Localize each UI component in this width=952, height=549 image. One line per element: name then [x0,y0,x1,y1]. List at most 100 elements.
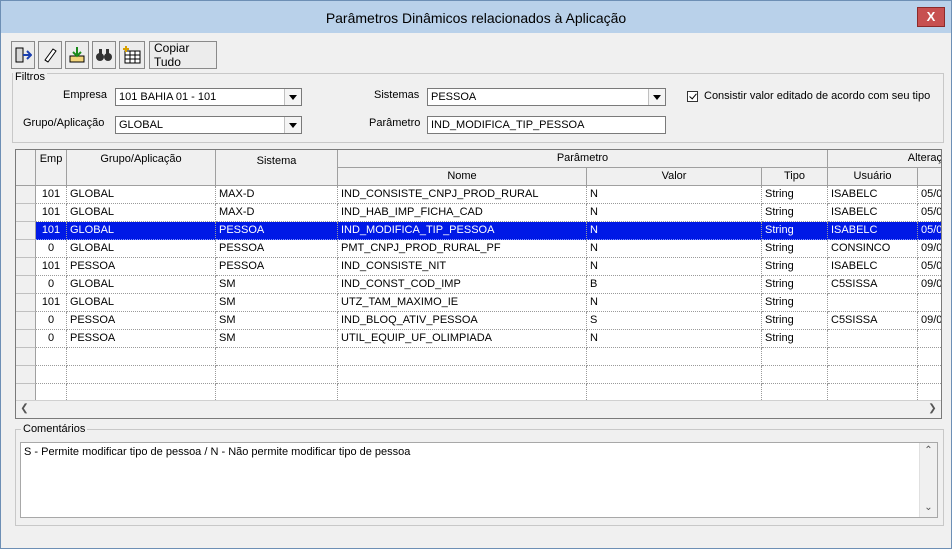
eraser-button[interactable] [38,41,62,69]
cell-emp[interactable]: 0 [36,312,67,330]
cell-tipo[interactable] [762,366,828,384]
cell-grupo[interactable] [67,348,216,366]
cell-emp[interactable]: 0 [36,240,67,258]
cell-emp[interactable]: 0 [36,330,67,348]
cell-nome[interactable] [338,366,587,384]
cell-sistema[interactable]: SM [216,276,338,294]
cell-sistema[interactable]: PESSOA [216,258,338,276]
empresa-select[interactable]: 101 BAHIA 01 - 101 [115,88,302,106]
cell-sistema[interactable] [216,366,338,384]
row-header[interactable] [16,276,36,294]
scroll-left-icon[interactable]: ❮ [16,401,33,418]
cell-nome[interactable]: IND_BLOQ_ATIV_PESSOA [338,312,587,330]
cell-data[interactable] [918,366,941,384]
table-row[interactable]: 101 PESSOA PESSOA IND_CONSISTE_NIT N String IS… [16,258,941,276]
col-data-header[interactable] [918,168,941,186]
cell-sistema[interactable] [216,348,338,366]
cell-grupo[interactable]: GLOBAL [67,186,216,204]
cell-valor[interactable]: N [587,222,762,240]
cell-tipo[interactable]: String [762,240,828,258]
cell-data[interactable]: 09/0 [918,312,941,330]
search-button[interactable] [92,41,116,69]
cell-nome[interactable]: IND_MODIFICA_TIP_PESSOA [338,222,587,240]
cell-valor[interactable]: N [587,204,762,222]
col-sistema-header[interactable]: Sistema [216,150,338,186]
cell-data[interactable]: 09/0 [918,240,941,258]
cell-sistema[interactable]: SM [216,294,338,312]
row-header[interactable] [16,330,36,348]
col-usuario-header[interactable]: Usuário [828,168,918,186]
cell-nome[interactable]: UTIL_EQUIP_UF_OLIMPIADA [338,330,587,348]
cell-valor[interactable]: N [587,240,762,258]
cell-data[interactable] [918,348,941,366]
cell-grupo[interactable]: PESSOA [67,258,216,276]
cell-grupo[interactable]: GLOBAL [67,204,216,222]
parametro-input[interactable]: IND_MODIFICA_TIP_PESSOA [427,116,666,134]
cell-grupo[interactable]: GLOBAL [67,294,216,312]
cell-grupo[interactable]: GLOBAL [67,276,216,294]
horizontal-scrollbar[interactable]: ❮ ❯ [16,400,941,418]
cell-data[interactable]: 05/0 [918,204,941,222]
consistir-checkbox[interactable] [687,91,698,102]
cell-nome[interactable]: IND_HAB_IMP_FICHA_CAD [338,204,587,222]
table-row[interactable]: 101 GLOBAL MAX-D IND_HAB_IMP_FICHA_CAD N Stri… [16,204,941,222]
cell-grupo[interactable]: PESSOA [67,312,216,330]
cell-grupo[interactable]: GLOBAL [67,240,216,258]
cell-valor[interactable]: N [587,186,762,204]
table-row-selected[interactable]: 101 GLOBAL PESSOA IND_MODIFICA_TIP_PESSOA N S… [16,222,941,240]
cell-emp[interactable]: 101 [36,294,67,312]
cell-nome[interactable]: IND_CONSISTE_NIT [338,258,587,276]
cell-valor[interactable]: S [587,312,762,330]
row-header[interactable] [16,366,36,384]
cell-usuario[interactable] [828,330,918,348]
cell-tipo[interactable]: String [762,276,828,294]
cell-nome[interactable]: UTZ_TAM_MAXIMO_IE [338,294,587,312]
cell-data[interactable] [918,294,941,312]
cell-usuario[interactable]: ISABELC [828,204,918,222]
table-row[interactable] [16,366,941,384]
cell-grupo[interactable] [67,366,216,384]
cell-emp[interactable]: 101 [36,204,67,222]
cell-usuario[interactable] [828,348,918,366]
cell-emp[interactable]: 101 [36,186,67,204]
grupo-select[interactable]: GLOBAL [115,116,302,134]
cell-nome[interactable] [338,348,587,366]
scroll-right-icon[interactable]: ❯ [924,401,941,418]
cell-sistema[interactable]: MAX-D [216,204,338,222]
cell-tipo[interactable]: String [762,258,828,276]
cell-emp[interactable]: 0 [36,276,67,294]
table-row[interactable]: 0 GLOBAL SM IND_CONST_COD_IMP B String C5SISSA… [16,276,941,294]
cell-tipo[interactable]: String [762,312,828,330]
sistemas-select[interactable]: PESSOA [427,88,666,106]
cell-valor[interactable]: B [587,276,762,294]
cell-sistema[interactable]: PESSOA [216,240,338,258]
grid-button[interactable] [119,41,145,69]
cell-tipo[interactable]: String [762,222,828,240]
vertical-scrollbar[interactable]: ⌃ ⌄ [919,443,937,517]
cell-valor[interactable] [587,366,762,384]
scroll-up-icon[interactable]: ⌃ [920,443,937,460]
table-row[interactable]: 0 GLOBAL PESSOA PMT_CNPJ_PROD_RURAL_PF N Stri… [16,240,941,258]
cell-sistema[interactable]: PESSOA [216,222,338,240]
cell-usuario[interactable]: CONSINCO [828,240,918,258]
cell-data[interactable]: 05/0 [918,222,941,240]
col-emp-header[interactable]: Emp [36,150,67,186]
cell-tipo[interactable]: String [762,186,828,204]
table-row[interactable]: 101 GLOBAL MAX-D IND_CONSISTE_CNPJ_PROD_RUR… [16,186,941,204]
row-header[interactable] [16,294,36,312]
cell-sistema[interactable]: MAX-D [216,186,338,204]
row-header[interactable] [16,312,36,330]
cell-nome[interactable]: PMT_CNPJ_PROD_RURAL_PF [338,240,587,258]
cell-grupo[interactable]: GLOBAL [67,222,216,240]
parameters-grid[interactable]: Emp Grupo/Aplicação Sistema Parâmetro No… [15,149,942,419]
chevron-down-icon[interactable] [284,117,301,133]
cell-valor[interactable]: N [587,294,762,312]
cell-emp[interactable] [36,348,67,366]
col-grupo-header[interactable]: Grupo/Aplicação [67,150,216,186]
cell-nome[interactable]: IND_CONST_COD_IMP [338,276,587,294]
cell-data[interactable] [918,330,941,348]
cell-usuario[interactable] [828,294,918,312]
chevron-down-icon[interactable] [648,89,665,105]
copy-all-button[interactable]: Copiar Tudo [149,41,217,69]
cell-usuario[interactable]: C5SISSA [828,276,918,294]
